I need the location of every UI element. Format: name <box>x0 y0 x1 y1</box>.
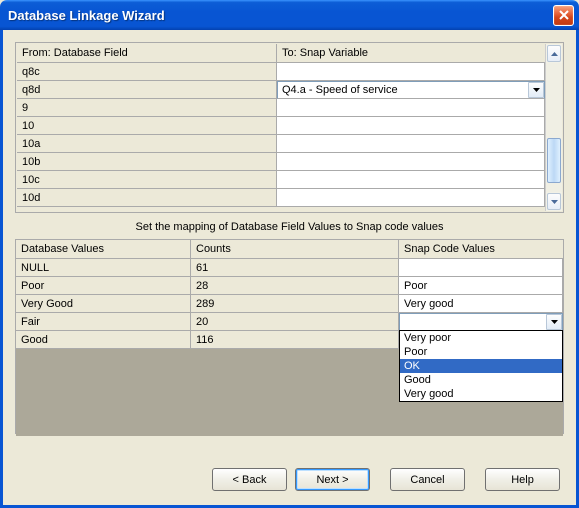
mapping-row[interactable]: Very Good289Very good <box>16 295 563 313</box>
from-cell: 10c <box>17 171 277 189</box>
dropdown-option[interactable]: Poor <box>400 345 562 359</box>
chevron-down-icon[interactable] <box>546 314 562 330</box>
to-cell[interactable] <box>277 189 545 207</box>
db-value-cell: Very Good <box>16 295 191 313</box>
field-row[interactable]: 10b <box>17 153 545 171</box>
col-header-db: Database Values <box>16 240 191 259</box>
instruction-caption: Set the mapping of Database Field Values… <box>15 213 564 239</box>
value-mapping-panel: Database Values Counts Snap Code Values … <box>15 239 564 434</box>
to-cell[interactable] <box>277 99 545 117</box>
to-cell[interactable] <box>277 153 545 171</box>
count-cell: 61 <box>191 259 399 277</box>
db-value-cell: Fair <box>16 313 191 331</box>
from-cell: q8c <box>17 63 277 81</box>
snap-value-dropdown[interactable]: Very poorPoorOKGoodVery good <box>399 330 563 402</box>
from-cell: 10b <box>17 153 277 171</box>
to-cell[interactable] <box>277 171 545 189</box>
chevron-down-icon[interactable] <box>528 82 544 98</box>
snap-code-cell[interactable]: Very good <box>399 295 563 313</box>
scroll-track[interactable] <box>546 63 562 192</box>
count-cell: 20 <box>191 313 399 331</box>
mapping-row[interactable]: Fair20 <box>16 313 563 331</box>
snap-code-cell[interactable]: Poor <box>399 277 563 295</box>
mapping-row[interactable]: NULL61 <box>16 259 563 277</box>
col-header-from: From: Database Field <box>17 44 277 63</box>
dropdown-option[interactable]: Very poor <box>400 331 562 345</box>
field-row[interactable]: q8c <box>17 63 545 81</box>
titlebar: Database Linkage Wizard <box>0 0 579 30</box>
mapping-row[interactable]: Poor28Poor <box>16 277 563 295</box>
field-row[interactable]: 10d <box>17 189 545 207</box>
cancel-button[interactable]: Cancel <box>390 468 465 491</box>
snap-code-cell[interactable] <box>399 259 563 277</box>
from-cell: 10 <box>17 117 277 135</box>
back-button[interactable]: < Back <box>212 468 287 491</box>
window-title: Database Linkage Wizard <box>8 8 553 23</box>
dropdown-option[interactable]: Very good <box>400 387 562 401</box>
col-header-counts: Counts <box>191 240 399 259</box>
help-button[interactable]: Help <box>485 468 560 491</box>
combo-value: Q4.a - Speed of service <box>278 84 528 96</box>
field-mapping-table: From: Database Field To: Snap Variable q… <box>17 44 545 211</box>
field-row[interactable]: 10c <box>17 171 545 189</box>
db-value-cell: Poor <box>16 277 191 295</box>
dropdown-option[interactable]: OK <box>400 359 562 373</box>
field-row[interactable]: 10 <box>17 117 545 135</box>
count-cell: 116 <box>191 331 399 349</box>
scroll-up-icon[interactable] <box>547 45 561 62</box>
scrollbar[interactable] <box>545 44 562 211</box>
close-icon <box>559 10 569 20</box>
db-value-cell: Good <box>16 331 191 349</box>
field-row[interactable]: q8dQ4.a - Speed of service <box>17 81 545 99</box>
button-row: < Back Next > Cancel Help <box>212 468 560 491</box>
field-row[interactable]: 10a <box>17 135 545 153</box>
snap-variable-combo[interactable]: Q4.a - Speed of service <box>277 81 545 99</box>
scroll-down-icon[interactable] <box>547 193 561 210</box>
col-header-to: To: Snap Variable <box>277 44 545 63</box>
count-cell: 289 <box>191 295 399 313</box>
db-value-cell: NULL <box>16 259 191 277</box>
field-mapping-panel: From: Database Field To: Snap Variable q… <box>15 42 564 213</box>
close-button[interactable] <box>553 5 574 26</box>
to-cell[interactable] <box>277 117 545 135</box>
from-cell: 10d <box>17 189 277 207</box>
from-cell: 9 <box>17 99 277 117</box>
to-cell[interactable] <box>277 135 545 153</box>
col-header-snap: Snap Code Values <box>399 240 563 259</box>
scroll-thumb[interactable] <box>547 138 561 183</box>
from-cell: q8d <box>17 81 277 99</box>
snap-code-combo[interactable] <box>399 313 563 331</box>
to-cell[interactable] <box>277 63 545 81</box>
field-row[interactable]: 9 <box>17 99 545 117</box>
client-area: From: Database Field To: Snap Variable q… <box>0 30 579 508</box>
from-cell: 10a <box>17 135 277 153</box>
next-button[interactable]: Next > <box>295 468 370 491</box>
count-cell: 28 <box>191 277 399 295</box>
dropdown-option[interactable]: Good <box>400 373 562 387</box>
